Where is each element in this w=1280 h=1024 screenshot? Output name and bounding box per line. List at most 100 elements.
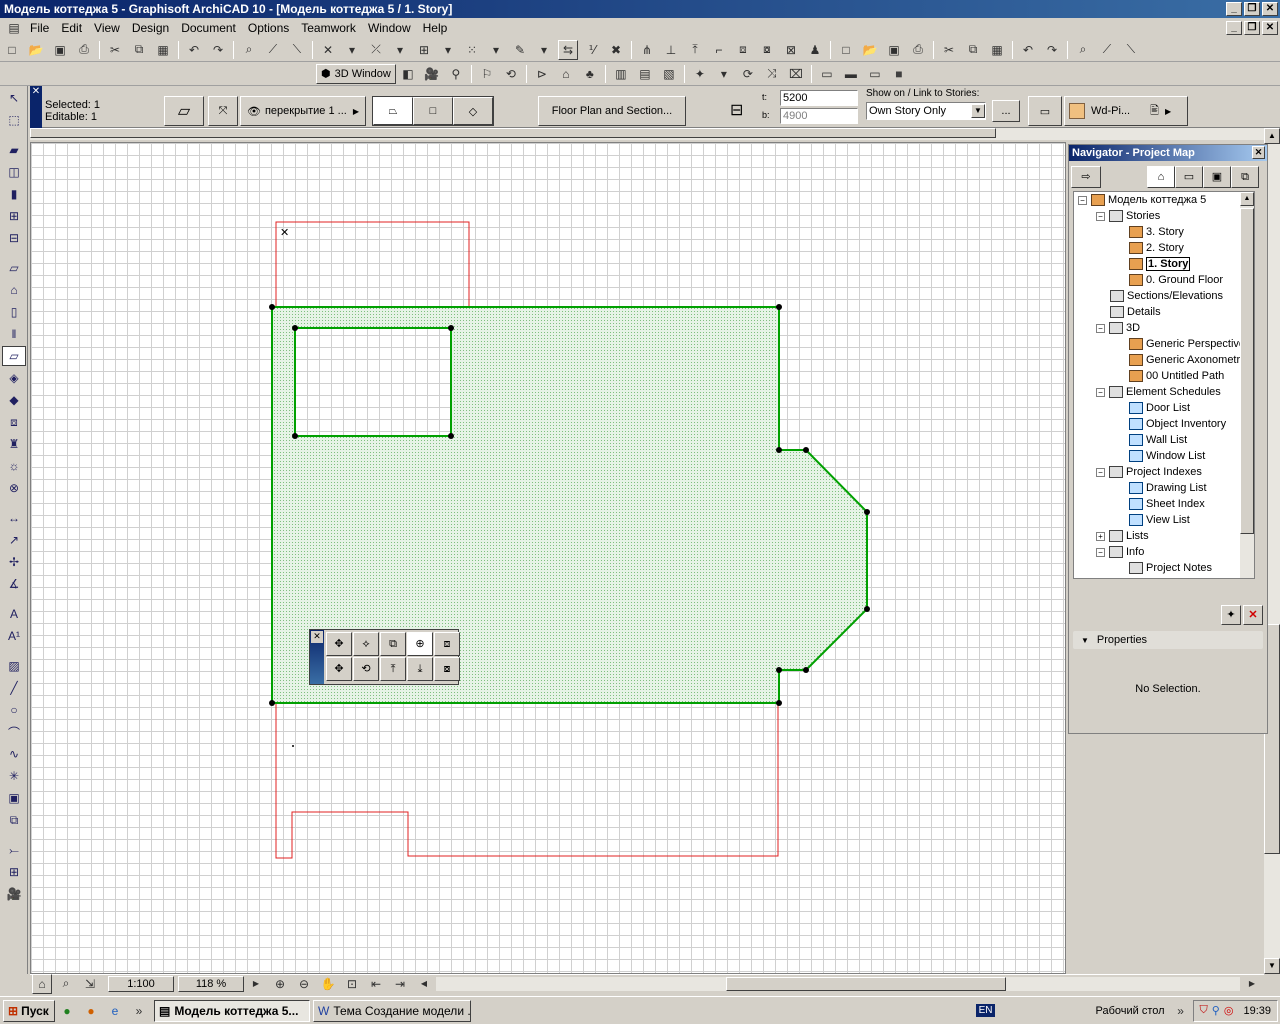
bottom-elevation-input[interactable]: 4900 (780, 108, 858, 124)
cross-icon[interactable]: ✖ (606, 40, 626, 60)
geometry-method-icon[interactable]: ⤧ (208, 96, 238, 126)
scale-icon[interactable]: ⅟ (582, 40, 602, 60)
3d-window-button[interactable]: ⬢ 3D Window (316, 63, 396, 84)
paste-icon[interactable]: ▦ (153, 40, 173, 60)
close-icon[interactable]: ✕ (1252, 146, 1265, 159)
redraw-icon[interactable]: ⟳ (738, 64, 758, 84)
monitor2-icon[interactable]: ▬ (841, 64, 861, 84)
open-icon[interactable]: 📂 (26, 40, 46, 60)
zoom-icon[interactable]: ⌕ (239, 40, 259, 60)
fit-icon[interactable]: ⊡ (342, 974, 362, 994)
menu-view[interactable]: View (88, 21, 126, 35)
dropdown-arrow-icon[interactable]: ▾ (534, 40, 554, 60)
new-view-icon[interactable]: ✦ (1221, 605, 1241, 625)
cut-icon[interactable]: ✂ (939, 40, 959, 60)
new-icon[interactable]: □ (836, 40, 856, 60)
zoom-out-icon[interactable]: ⊖ (294, 974, 314, 994)
tree-item-3d[interactable]: −3D (1096, 320, 1140, 336)
tree-item-project-notes[interactable]: Project Notes (1129, 560, 1212, 576)
camera-tool-icon[interactable]: 🎥 (2, 884, 26, 904)
tree-scrollbar-thumb[interactable] (1240, 208, 1254, 534)
rotated-rectangle-icon[interactable]: ◇ (453, 97, 493, 125)
language-indicator[interactable]: EN (975, 1004, 996, 1017)
properties-header[interactable]: ▼ Properties (1073, 631, 1263, 649)
elevation-tool-icon[interactable]: ⊞ (2, 862, 26, 882)
pet-palette-handle[interactable]: ✕ (310, 630, 324, 684)
house-icon[interactable]: ⌂ (556, 64, 576, 84)
delete-icon[interactable]: ✕ (1243, 605, 1263, 625)
tree-item-object-inventory[interactable]: Object Inventory (1129, 416, 1226, 432)
rectangle-method-icon[interactable]: □ (413, 97, 453, 125)
tree-item-wall-list[interactable]: Wall List (1129, 432, 1187, 448)
top-scrollbar-thumb[interactable] (30, 128, 996, 138)
offset-all-icon[interactable]: ⧇ (434, 657, 460, 681)
offset-edge-icon[interactable]: ⧈ (434, 632, 460, 656)
zone-tool-icon[interactable]: ◆ (2, 390, 26, 410)
tree-item-story-0[interactable]: 0. Ground Floor (1129, 272, 1223, 288)
next-zoom-icon[interactable]: ⇥ (390, 974, 410, 994)
menu-teamwork[interactable]: Teamwork (295, 21, 362, 35)
menu-edit[interactable]: Edit (55, 21, 88, 35)
tree-item-story-2[interactable]: 2. Story (1129, 240, 1184, 256)
minimize-button[interactable]: _ (1226, 2, 1242, 16)
level-dimension-icon[interactable]: ↗ (2, 530, 26, 550)
doc-minimize-button[interactable]: _ (1226, 21, 1242, 35)
radial-dimension-icon[interactable]: ✢ (2, 552, 26, 572)
menu-document[interactable]: Document (175, 21, 242, 35)
pen-icon[interactable]: ✎ (510, 40, 530, 60)
lamp-tool-icon[interactable]: ☼ (2, 456, 26, 476)
dropdown-arrow-icon[interactable]: ▾ (714, 64, 734, 84)
tree-item-window-list[interactable]: Window List (1129, 448, 1205, 464)
material-dropdown[interactable]: Wd-Pi... 🖹 ▶ (1064, 96, 1188, 126)
project-map-tab-icon[interactable]: ⌂ (1147, 166, 1175, 188)
zoom-icon[interactable]: ⌕ (56, 974, 76, 994)
clear-icon[interactable]: ⌧ (786, 64, 806, 84)
paste-icon[interactable]: ▦ (987, 40, 1007, 60)
undo-icon[interactable]: ↶ (1018, 40, 1038, 60)
publisher-icon[interactable]: ⇨ (1071, 166, 1101, 188)
circle-tool-icon[interactable]: ○ (2, 700, 26, 720)
column-tool-icon[interactable]: ▯ (2, 302, 26, 322)
dimension-tool-icon[interactable]: ↔ (2, 508, 26, 528)
redo-icon[interactable]: ↷ (1042, 40, 1062, 60)
print-icon[interactable]: ⎙ (908, 40, 928, 60)
walk-icon[interactable]: ⚲ (446, 64, 466, 84)
tree-item-element-schedules[interactable]: − Element Schedules (1096, 384, 1221, 400)
open-icon[interactable]: 📂 (860, 40, 880, 60)
doc-close-button[interactable]: ✕ (1262, 21, 1278, 35)
door-tool-icon[interactable]: ◫ (2, 162, 26, 182)
grid-snap-icon[interactable]: ⊞ (414, 40, 434, 60)
menu-file[interactable]: File (24, 21, 55, 35)
layer2-icon[interactable]: ▤ (635, 64, 655, 84)
show-on-select[interactable]: Own Story Only ▼ (866, 102, 986, 120)
roof-tool-icon[interactable]: ⌂ (2, 280, 26, 300)
print-icon[interactable]: ⎙ (74, 40, 94, 60)
adjust-icon[interactable]: ⊥ (661, 40, 681, 60)
slab-settings-icon[interactable]: ▱ (164, 96, 204, 126)
menu-options[interactable]: Options (242, 21, 295, 35)
start-button[interactable]: ⊞ Пуск (3, 999, 55, 1022)
tree-icon[interactable]: ♣ (580, 64, 600, 84)
slab-type-icon[interactable]: ▭ (1028, 96, 1062, 126)
rotate-copy-icon[interactable]: ⟲ (353, 657, 379, 681)
tree-item-story-3[interactable]: 3. Story (1129, 224, 1184, 240)
layer-dropdown[interactable]: 👁 перекрытие 1 ... ▶ (240, 96, 366, 126)
tree-item-root[interactable]: − Модель коттеджа 5 (1078, 192, 1206, 208)
tree-item-generic-perspective[interactable]: Generic Perspective (1129, 336, 1245, 352)
search-icon[interactable]: ⚲ (1212, 1004, 1220, 1017)
tree-item-generic-axonometry[interactable]: Generic Axonometry (1129, 352, 1246, 368)
firefox-icon[interactable]: ● (81, 1001, 101, 1021)
restore-button[interactable]: ❐ (1244, 2, 1260, 16)
dropdown-arrow-icon[interactable]: ▾ (438, 40, 458, 60)
drag-icon[interactable]: ✥ (326, 632, 352, 656)
arrow-right-icon[interactable]: ▶ (1242, 974, 1262, 994)
undo-icon[interactable]: ↶ (184, 40, 204, 60)
horizontal-scrollbar[interactable] (436, 976, 1240, 991)
zoom-field[interactable]: 118 % (178, 975, 244, 992)
copy-icon[interactable]: ⧉ (129, 40, 149, 60)
layout-book-tab-icon[interactable]: ▣ (1203, 166, 1231, 188)
scroll-up-arrow-icon[interactable]: ▲ (1240, 192, 1254, 206)
stair-tool-icon[interactable]: ⊟ (2, 228, 26, 248)
lock-icon[interactable]: ♟ (805, 40, 825, 60)
opera-icon[interactable]: ◎ (1224, 1004, 1234, 1017)
